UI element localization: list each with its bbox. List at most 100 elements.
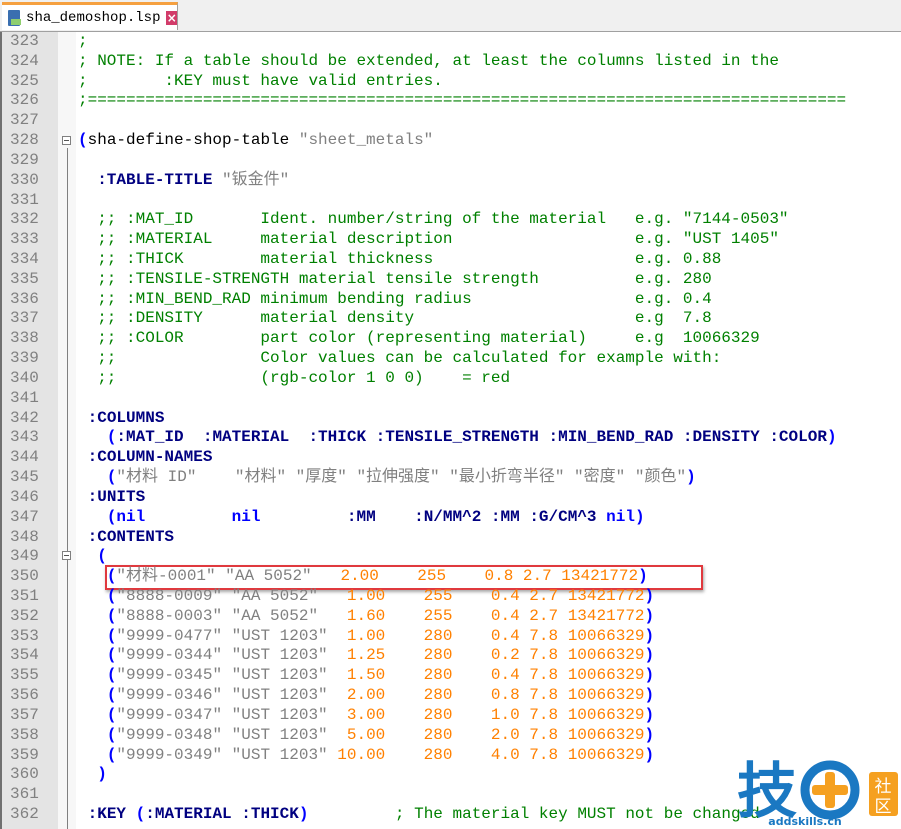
code-line[interactable]: 335 ;; :TENSILE-STRENGTH material tensil… xyxy=(2,270,901,290)
comment-text: ; The material key MUST not be changed xyxy=(394,804,760,823)
code-line[interactable]: 358 ("9999-0348" "UST 1203" 5.00 280 2.0… xyxy=(2,726,901,746)
keyword-text xyxy=(145,508,231,526)
comment-text: ;; :MIN_BEND_RAD minimum bending radius … xyxy=(78,289,712,308)
paren-text: ( xyxy=(106,507,117,526)
code-line[interactable]: 341 xyxy=(2,389,901,409)
line-number: 341 xyxy=(10,388,39,407)
line-code: ("9999-0477" "UST 1203" 1.00 280 0.4 7.8… xyxy=(78,627,654,647)
save-icon xyxy=(8,9,22,26)
string-text: "材料 ID" "材料" "厚度" "拉伸强度" "最小折弯半径" "密度" "… xyxy=(116,468,687,487)
line-number: 323 xyxy=(10,32,39,50)
code-line[interactable]: 330 :TABLE-TITLE "钣金件" xyxy=(2,171,901,191)
tab-sha-demoshop[interactable]: sha_demoshop.lsp × xyxy=(2,2,178,30)
keyword-text: :MAT_ID :MATERIAL :THICK :TENSILE_STRENG… xyxy=(116,428,827,447)
line-number: 331 xyxy=(10,190,39,209)
line-number: 325 xyxy=(10,71,39,90)
line-code: ;=======================================… xyxy=(78,91,846,111)
line-number: 334 xyxy=(10,250,39,269)
line-code: ( xyxy=(78,547,107,567)
comment-text: ;; :COLOR part color (representing mater… xyxy=(78,329,760,348)
code-line[interactable]: 333 ;; :MATERIAL material description e.… xyxy=(2,230,901,250)
comment-text: ; :KEY must have valid entries. xyxy=(78,71,443,90)
code-line[interactable]: 356 ("9999-0346" "UST 1203" 2.00 280 0.8… xyxy=(2,686,901,706)
string-text: "9999-0477" "UST 1203" xyxy=(116,626,328,645)
comment-text: ;=======================================… xyxy=(78,91,847,110)
code-line[interactable]: 325 ; :KEY must have valid entries. xyxy=(2,72,901,92)
line-code: (sha-define-shop-table "sheet_metals" xyxy=(78,131,433,151)
close-icon[interactable]: × xyxy=(166,10,177,25)
string-text: "9999-0346" "UST 1203" xyxy=(116,686,328,705)
line-number: 348 xyxy=(10,527,39,546)
code-line[interactable]: 337 ;; :DENSITY material density e.g 7.8 xyxy=(2,309,901,329)
code-line[interactable]: 328 (sha-define-shop-table "sheet_metals" xyxy=(2,131,901,151)
code-line[interactable]: 331 xyxy=(2,191,901,211)
line-code: ("9999-0345" "UST 1203" 1.50 280 0.4 7.8… xyxy=(78,666,654,686)
line-number: 327 xyxy=(10,111,39,130)
line-number: 352 xyxy=(10,606,39,625)
number-text: 2.00 280 0.8 7.8 10066329 xyxy=(327,686,645,705)
code-line[interactable]: 343 (:MAT_ID :MATERIAL :THICK :TENSILE_S… xyxy=(2,428,901,448)
string-text: "8888-0003" "AA 5052" xyxy=(116,606,319,625)
line-number: 362 xyxy=(10,804,39,823)
line-number: 342 xyxy=(10,408,39,427)
code-line[interactable]: 347 (nil nil :MM :N/MM^2 :MM :G/CM^3 nil… xyxy=(2,508,901,528)
code-line[interactable]: 350 ("材料-0001" "AA 5052" 2.00 255 0.8 2.… xyxy=(2,567,901,587)
line-number: 335 xyxy=(10,269,39,288)
code-line[interactable]: 323; xyxy=(2,32,901,52)
code-line[interactable]: 326 ;====================================… xyxy=(2,91,901,111)
paren-text: ) xyxy=(638,567,648,586)
code-line[interactable]: 352 ("8888-0003" "AA 5052" 1.60 255 0.4 … xyxy=(2,607,901,627)
comment-text: ;; :THICK material thickness e.g. 0.88 xyxy=(78,250,722,269)
code-line[interactable]: 353 ("9999-0477" "UST 1203" 1.00 280 0.4… xyxy=(2,627,901,647)
paren-text: ( xyxy=(106,745,117,764)
paren-text: ) xyxy=(644,686,655,705)
code-line[interactable]: 349 ( xyxy=(2,547,901,567)
number-text: 1.00 280 0.4 7.8 10066329 xyxy=(327,626,645,645)
paren-text: ( xyxy=(106,606,117,625)
code-line[interactable]: 329 xyxy=(2,151,901,171)
svg-text:addskills.cn: addskills.cn xyxy=(768,815,841,828)
code-line[interactable]: 344 :COLUMN-NAMES xyxy=(2,448,901,468)
line-code: ) xyxy=(78,765,107,785)
line-number: 338 xyxy=(10,329,39,348)
paren-text: nil xyxy=(231,507,261,526)
line-number: 354 xyxy=(10,646,39,665)
line-code: :COLUMNS xyxy=(78,408,165,429)
line-number: 360 xyxy=(10,765,39,784)
paren-text: ( xyxy=(135,804,146,823)
code-line[interactable]: 355 ("9999-0345" "UST 1203" 1.50 280 0.4… xyxy=(2,666,901,686)
code-line[interactable]: 342 :COLUMNS xyxy=(2,409,901,429)
code-line[interactable]: 357 ("9999-0347" "UST 1203" 3.00 280 1.0… xyxy=(2,706,901,726)
line-number: 333 xyxy=(10,230,39,249)
line-code: ("9999-0346" "UST 1203" 2.00 280 0.8 7.8… xyxy=(78,686,654,706)
code-line[interactable]: 345 ("材料 ID" "材料" "厚度" "拉伸强度" "最小折弯半径" "… xyxy=(2,468,901,488)
code-line[interactable]: 354 ("9999-0344" "UST 1203" 1.25 280 0.2… xyxy=(2,646,901,666)
keyword-text: :COLUMNS xyxy=(87,408,165,427)
code-line[interactable]: 338 ;; :COLOR part color (representing m… xyxy=(2,329,901,349)
code-line[interactable]: 327 xyxy=(2,111,901,131)
line-number: 330 xyxy=(10,170,39,189)
code-line[interactable]: 340 ;; (rgb-color 1 0 0) = red xyxy=(2,369,901,389)
code-editor[interactable]: 323; 324; NOTE: If a table should be exte… xyxy=(0,32,901,829)
line-number: 339 xyxy=(10,349,39,368)
code-line[interactable]: 351 ("8888-0009" "AA 5052" 1.00 255 0.4 … xyxy=(2,587,901,607)
line-code: ;; :MATERIAL material description e.g. "… xyxy=(78,230,779,250)
code-line[interactable]: 332 ;; :MAT_ID Ident. number/string of t… xyxy=(2,210,901,230)
line-code: (:MAT_ID :MATERIAL :THICK :TENSILE_STREN… xyxy=(78,428,837,448)
code-line[interactable]: 339 ;; Color values can be calculated fo… xyxy=(2,349,901,369)
code-line[interactable]: 346 :UNITS xyxy=(2,488,901,508)
code-line[interactable]: 336 ;; :MIN_BEND_RAD minimum bending rad… xyxy=(2,290,901,310)
code-line[interactable]: 324 ; NOTE: If a table should be extended… xyxy=(2,52,901,72)
paren-text: ( xyxy=(106,666,117,685)
code-line[interactable]: 334 ;; :THICK material thickness e.g. 0.… xyxy=(2,250,901,270)
code-line[interactable]: 348 :CONTENTS xyxy=(2,528,901,548)
keyword-text: :COLUMN-NAMES xyxy=(87,448,213,467)
